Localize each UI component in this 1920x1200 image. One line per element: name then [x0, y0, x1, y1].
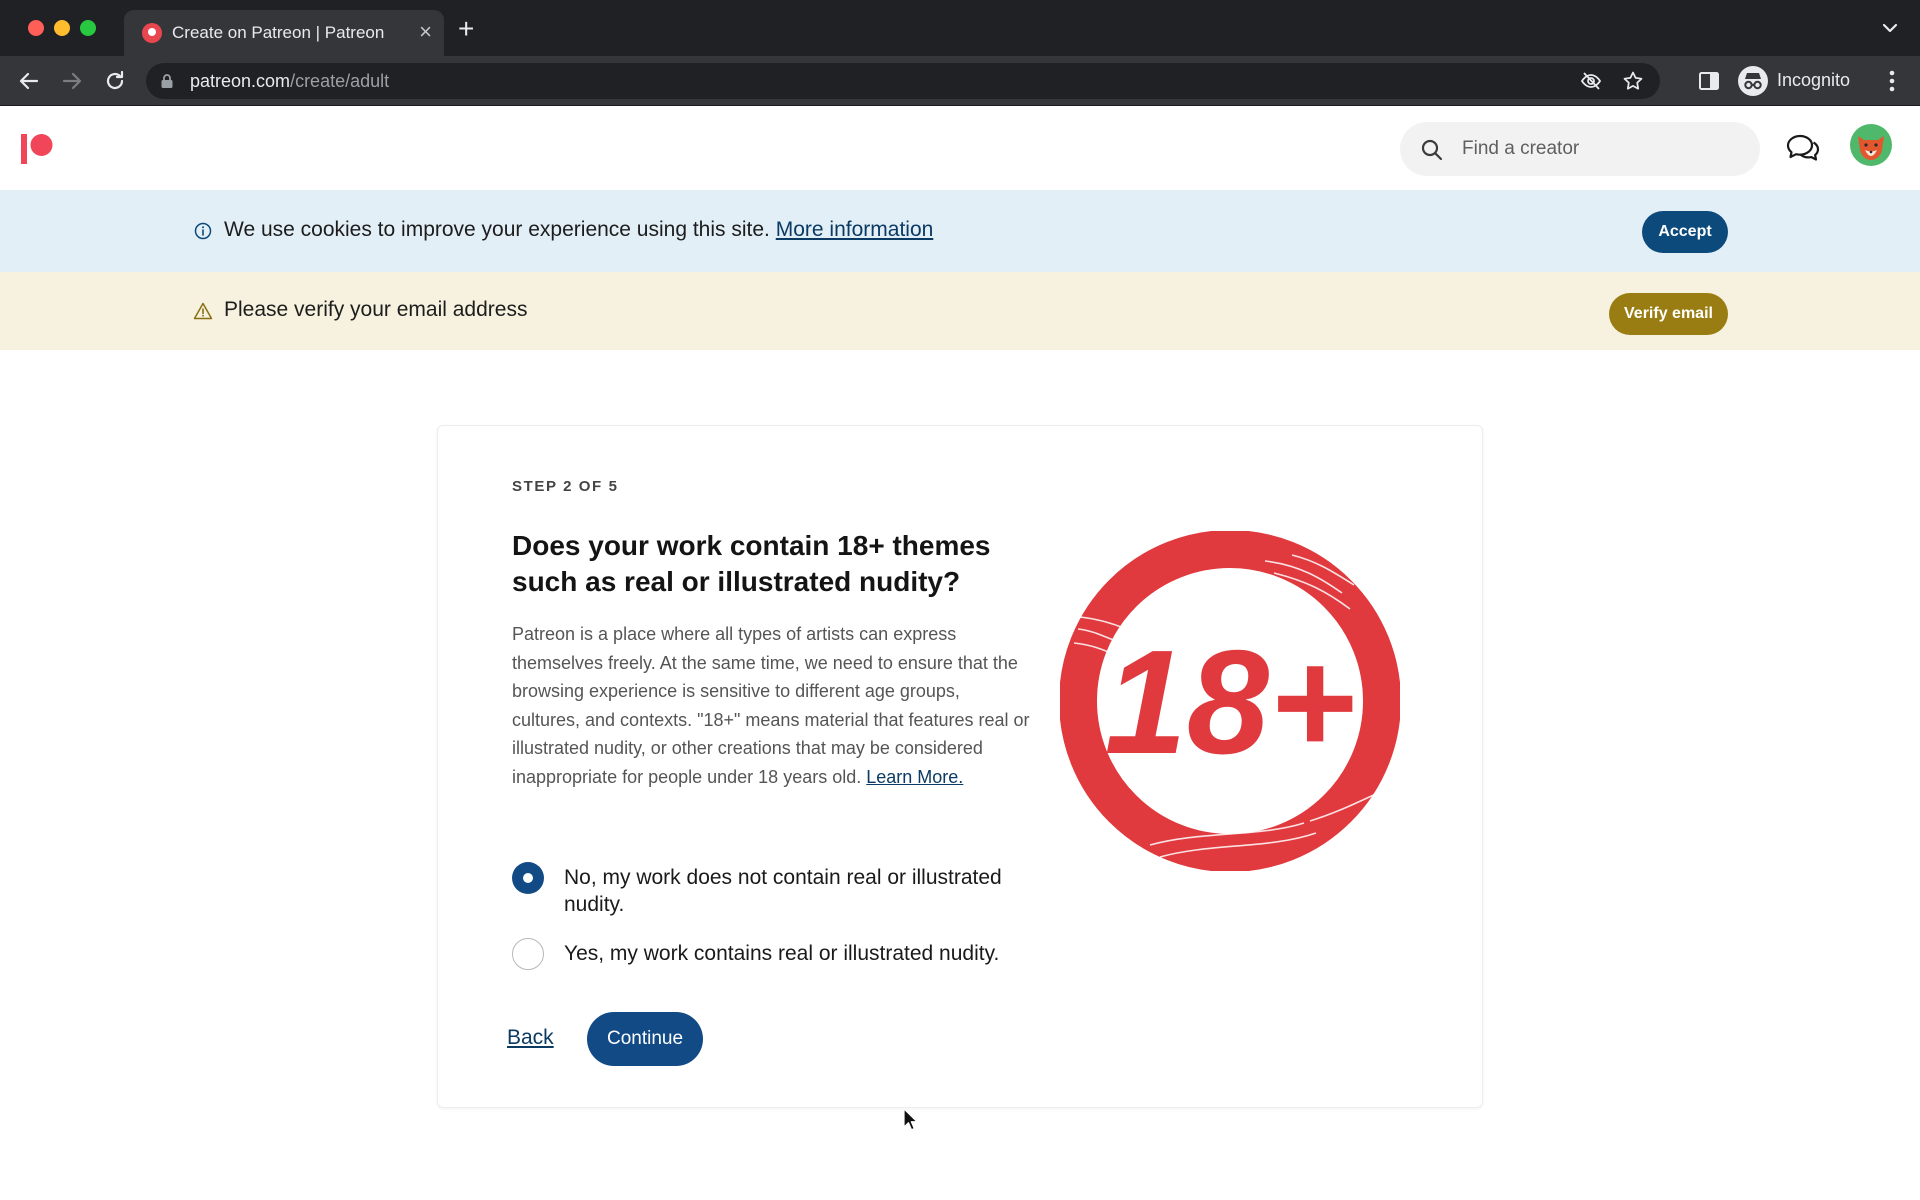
learn-more-link[interactable]: Learn More. [866, 767, 963, 787]
option-label[interactable]: No, my work does not contain real or ill… [564, 864, 1044, 918]
user-avatar[interactable] [1850, 124, 1892, 166]
accept-cookies-button[interactable]: Accept [1642, 211, 1728, 253]
tab-search-chevron-icon[interactable] [1878, 16, 1902, 40]
description-text: Patreon is a place where all types of ar… [512, 624, 1030, 787]
messages-chat-icon[interactable] [1786, 132, 1820, 164]
minimize-window-button[interactable] [54, 20, 70, 36]
new-tab-button[interactable]: + [458, 14, 474, 44]
bookmark-star-icon[interactable] [1622, 70, 1644, 92]
back-arrow-icon[interactable] [16, 68, 42, 94]
verify-email-banner: Please verify your email address Verify … [0, 272, 1920, 350]
side-panel-icon[interactable] [1698, 70, 1720, 92]
creator-search[interactable] [1400, 122, 1760, 176]
onboarding-card: STEP 2 OF 5 Does your work contain 18+ t… [437, 425, 1483, 1108]
forward-arrow-icon[interactable] [59, 68, 85, 94]
cookie-banner-message: We use cookies to improve your experienc… [224, 218, 934, 241]
radio-button-unselected[interactable] [512, 938, 544, 970]
info-icon [194, 222, 212, 240]
page-title: Does your work contain 18+ themes such a… [512, 530, 991, 597]
site-header [0, 106, 1920, 190]
tab-title: Create on Patreon | Patreon [172, 23, 385, 42]
search-icon [1421, 139, 1443, 161]
verify-email-message: Please verify your email address [224, 298, 528, 321]
url-text[interactable]: patreon.com/create/adult [190, 71, 389, 92]
reload-icon[interactable] [102, 68, 128, 94]
verify-email-button[interactable]: Verify email [1609, 293, 1728, 335]
back-link[interactable]: Back [507, 1026, 554, 1050]
browser-tab-strip: Create on Patreon | Patreon × + [0, 0, 1920, 56]
option-label[interactable]: Yes, my work contains real or illustrate… [564, 940, 1044, 967]
badge-label: 18+ [1104, 620, 1355, 785]
tab-close-icon[interactable]: × [419, 19, 432, 45]
lock-icon[interactable] [160, 73, 174, 89]
more-information-link[interactable]: More information [776, 218, 934, 241]
warning-icon [193, 302, 213, 320]
search-input[interactable] [1462, 122, 1742, 176]
close-window-button[interactable] [28, 20, 44, 36]
maximize-window-button[interactable] [80, 20, 96, 36]
address-bar[interactable]: patreon.com/create/adult [146, 63, 1660, 99]
browser-toolbar: patreon.com/create/adult Incognito [0, 56, 1920, 106]
radio-button-selected[interactable] [512, 862, 544, 894]
fox-avatar-icon [1858, 136, 1884, 160]
18-plus-badge-illustration: 18+ [1060, 531, 1400, 871]
cookie-banner: We use cookies to improve your experienc… [0, 190, 1920, 272]
incognito-icon[interactable] [1738, 66, 1768, 96]
incognito-label[interactable]: Incognito [1777, 70, 1850, 91]
browser-menu-icon[interactable] [1882, 68, 1902, 94]
mouse-cursor-icon [903, 1108, 918, 1131]
tracking-protection-eye-off-icon[interactable] [1580, 70, 1602, 92]
patreon-favicon-icon [142, 23, 162, 43]
continue-button[interactable]: Continue [587, 1012, 703, 1066]
patreon-logo-icon[interactable] [20, 132, 54, 166]
step-indicator: STEP 2 OF 5 [512, 478, 619, 495]
browser-tab[interactable]: Create on Patreon | Patreon × [124, 10, 444, 56]
